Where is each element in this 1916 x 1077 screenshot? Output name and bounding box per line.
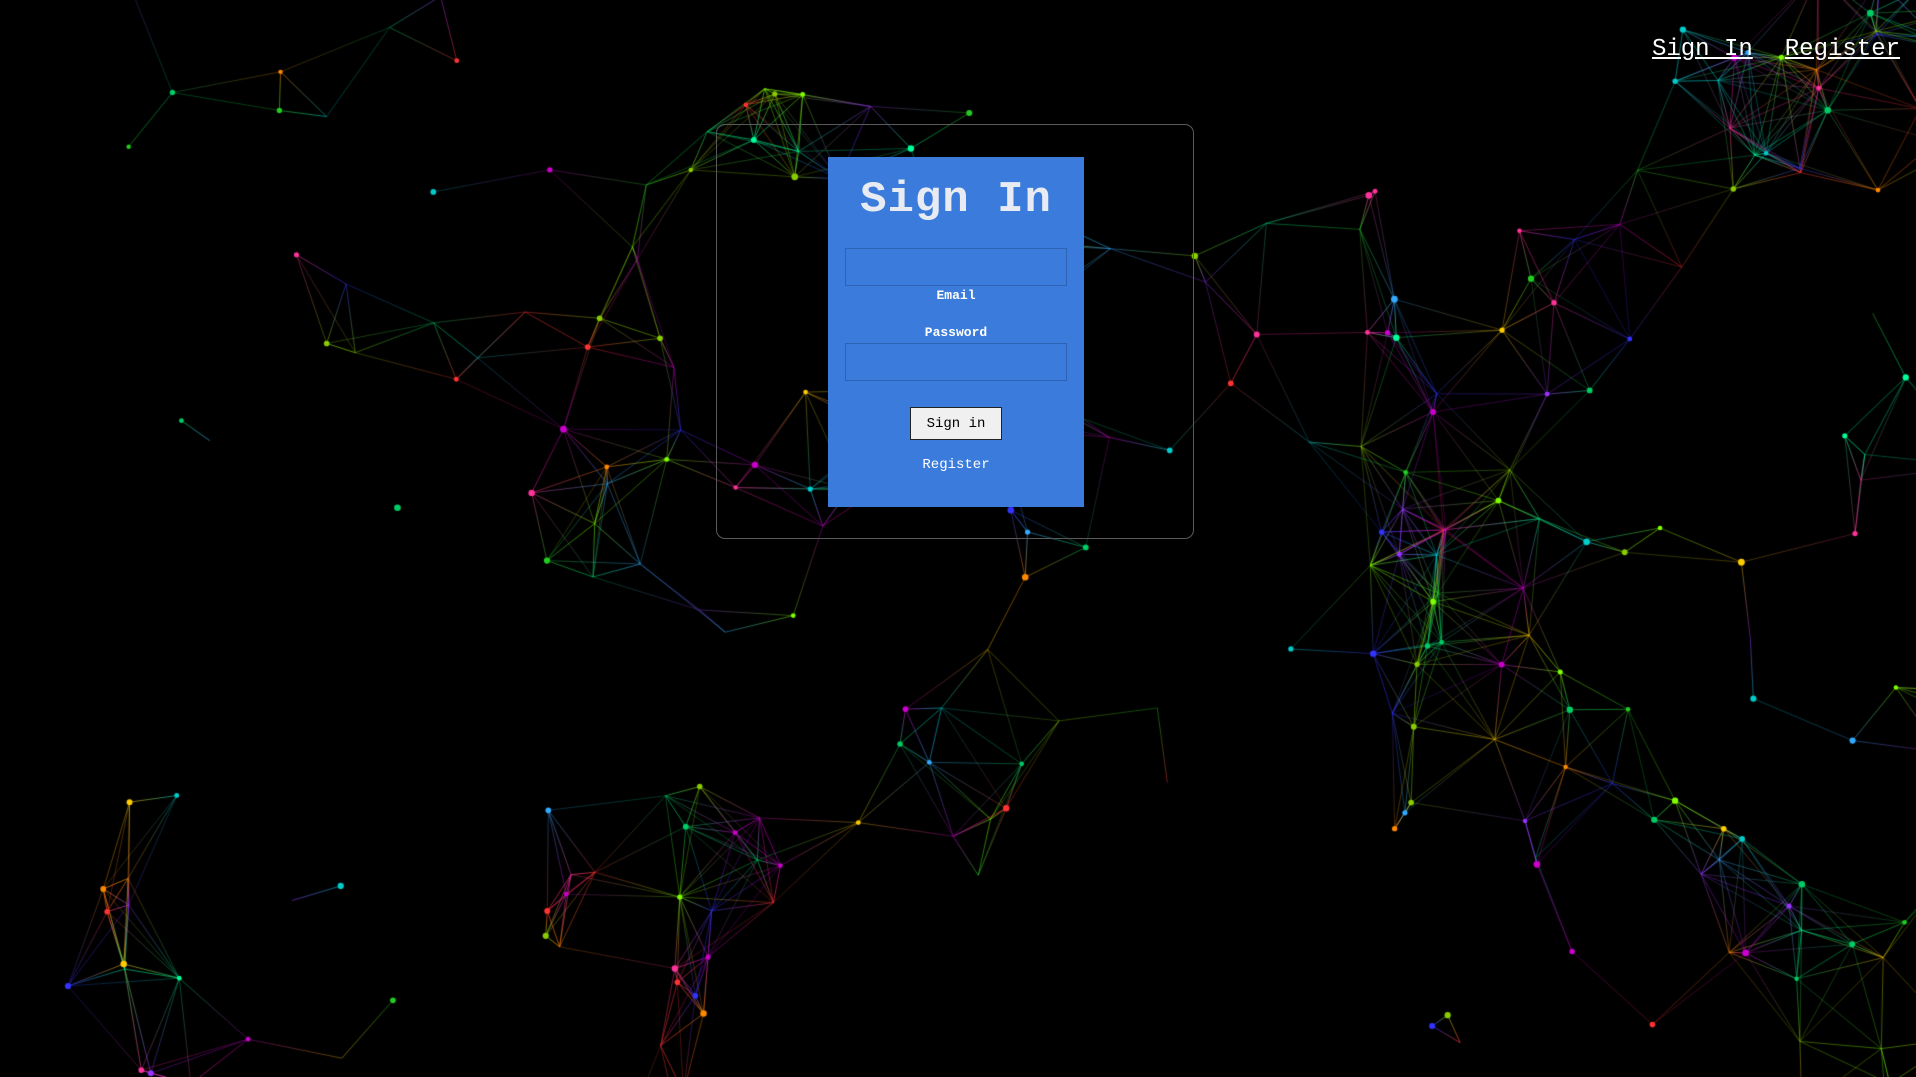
page-title: Sign In (860, 175, 1052, 225)
nav-register-link[interactable]: Register (1785, 36, 1900, 63)
top-nav: Sign In Register (1652, 36, 1900, 63)
email-label: Email (936, 288, 976, 303)
signin-button[interactable]: Sign in (910, 407, 1002, 440)
email-field[interactable] (845, 248, 1067, 286)
register-link[interactable]: Register (828, 457, 1084, 473)
nav-signin-link[interactable]: Sign In (1652, 36, 1753, 63)
signin-card: Sign In Email Password Sign in Register (828, 157, 1084, 507)
password-label: Password (924, 325, 988, 340)
password-field[interactable] (845, 343, 1067, 381)
